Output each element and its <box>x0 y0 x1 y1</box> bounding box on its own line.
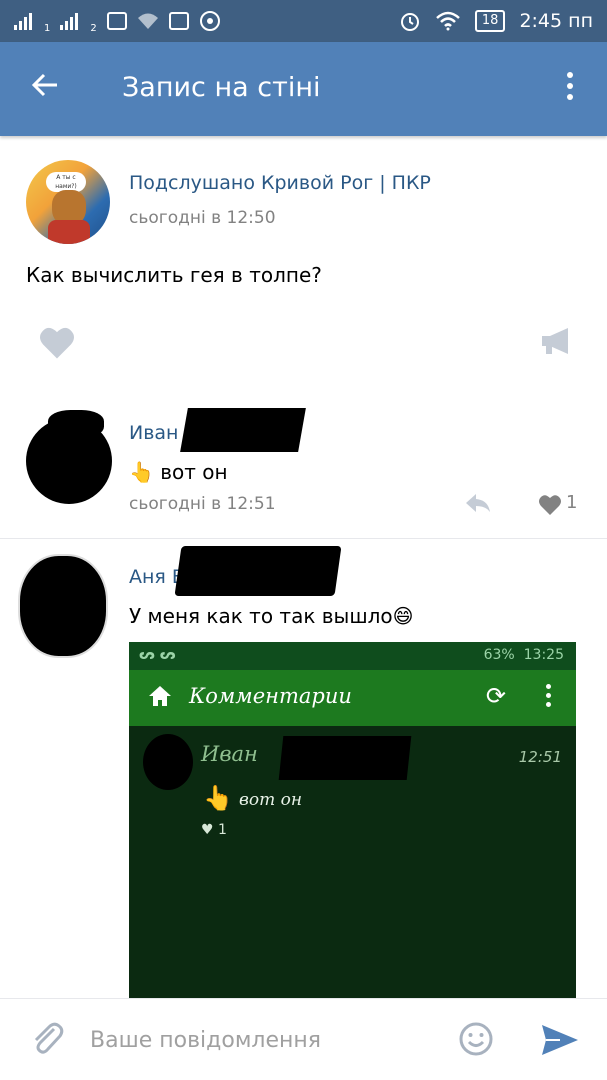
redaction-mark <box>180 408 306 452</box>
refresh-icon: ⟳ <box>485 682 506 710</box>
app-bar: Запис на стіні <box>0 42 607 136</box>
comment-text: У меня как то так вышло😄 <box>129 604 414 628</box>
comment-text: 👆 вот он <box>129 460 228 484</box>
redaction-mark <box>48 410 104 438</box>
signal-icon-sim2 <box>60 12 79 30</box>
download-icon <box>199 11 220 31</box>
sim2-label: 2 <box>90 23 97 34</box>
wifi-icon <box>436 11 460 31</box>
screenshot-like: ♥ 1 <box>201 822 227 838</box>
send-arrow-icon[interactable] <box>540 1023 580 1061</box>
status-bar: 1 2 18 2:45 пп <box>0 0 607 42</box>
screenshot-comment-text: вот он <box>239 790 303 810</box>
screenshot-comment-author: Иван <box>201 742 258 766</box>
vk-notification-icon <box>168 12 189 30</box>
pointing-up-emoji: 👆 <box>129 460 154 484</box>
reply-icon[interactable] <box>464 492 492 518</box>
more-menu-icon[interactable] <box>567 72 573 105</box>
comment-author[interactable]: Иван <box>129 422 178 444</box>
clock: 2:45 пп <box>519 10 593 32</box>
avatar-speech-bubble: А ты с нами?) <box>46 172 86 192</box>
page-title: Запис на стіні <box>122 72 321 103</box>
back-arrow-icon[interactable] <box>30 70 60 106</box>
more-menu-icon <box>546 684 551 711</box>
screenshot-status-bar: ᔕ ᔕ 63% 13:25 <box>129 642 576 670</box>
gallery-icon <box>106 12 127 30</box>
group-avatar[interactable]: А ты с нами?) <box>26 160 110 244</box>
share-megaphone-icon[interactable] <box>540 326 574 360</box>
home-icon <box>149 686 171 706</box>
comment-like-count: 1 <box>566 492 578 513</box>
message-input[interactable] <box>90 1017 440 1063</box>
battery-level: 18 <box>474 10 506 32</box>
attach-paperclip-icon[interactable] <box>30 1021 64 1061</box>
pointing-up-emoji: 👆 <box>203 784 233 812</box>
redaction-mark <box>174 546 342 596</box>
attached-screenshot-image[interactable]: ᔕ ᔕ 63% 13:25 Комментарии ⟳ Иван 12:51 👆… <box>129 642 576 1000</box>
post-text: Как вычислить гея в толпе? <box>26 263 322 287</box>
screenshot-avatar-redacted <box>143 734 193 790</box>
signal-icon-sim1 <box>14 12 32 30</box>
message-composer <box>0 998 607 1080</box>
sim1-label: 1 <box>44 23 51 34</box>
wifi-question-icon <box>137 13 158 29</box>
alarm-icon <box>400 13 419 31</box>
screenshot-comment-time: 12:51 <box>518 748 562 766</box>
divider <box>0 538 607 539</box>
grinning-emoji: 😄 <box>392 604 414 628</box>
emoji-smile-icon[interactable] <box>458 1021 494 1061</box>
redaction-mark <box>278 736 412 780</box>
comment-timestamp: сьогодні в 12:51 <box>129 494 276 514</box>
screenshot-app-bar: Комментарии ⟳ <box>129 670 576 726</box>
group-name-link[interactable]: Подслушано Кривой Рог | ПКР <box>129 172 431 194</box>
comment-like-icon[interactable] <box>538 494 562 520</box>
screenshot-title: Комментарии <box>189 684 352 708</box>
commenter-avatar-redacted[interactable] <box>18 554 108 658</box>
like-heart-icon[interactable] <box>38 326 76 364</box>
post-timestamp: сьогодні в 12:50 <box>129 208 276 228</box>
